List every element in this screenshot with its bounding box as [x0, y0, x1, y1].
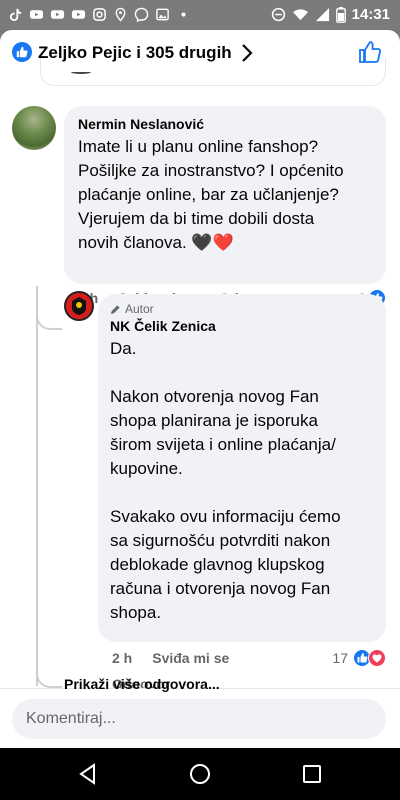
gallery-icon: [156, 8, 169, 21]
like-button[interactable]: Sviđa mi se: [152, 650, 229, 666]
previous-comment-fragment: [40, 58, 386, 86]
thread-line: [36, 286, 38, 686]
comment-composer: [0, 688, 400, 748]
comments-sheet: Zeljko Pejic i 305 drugih Nermin Neslano…: [0, 30, 400, 748]
comment-time: 2 h: [112, 650, 133, 666]
messenger-icon: [134, 7, 149, 22]
author-badge-label: Autor: [125, 302, 154, 316]
author-badge: Autor: [110, 302, 374, 316]
youtube-icon: [71, 10, 86, 19]
reply-bubble[interactable]: Autor NK Čelik Zenica Da. Nakon otvorenj…: [98, 294, 386, 642]
wifi-icon: [292, 9, 308, 21]
youtube-icon: [50, 10, 65, 19]
system-nav-bar: [0, 748, 400, 800]
reactions-icons[interactable]: [353, 649, 386, 667]
avatar[interactable]: [64, 291, 94, 321]
comment-author[interactable]: Nermin Neslanović: [78, 116, 372, 132]
avatar[interactable]: [12, 106, 56, 150]
like-reaction-icon: [12, 42, 32, 62]
comment-actions: 2 h Sviđa mi se 17: [112, 649, 386, 667]
signal-icon: [315, 7, 329, 22]
home-icon[interactable]: [188, 762, 212, 786]
instagram-icon: [93, 8, 106, 21]
tiktok-icon: [9, 8, 22, 22]
minus-circle-icon: [271, 7, 285, 22]
notification-icons: [8, 7, 191, 22]
pencil-icon: [110, 304, 120, 314]
youtube-icon: [29, 10, 44, 19]
heart-reaction-icon: [368, 649, 386, 667]
comment-input[interactable]: [12, 699, 386, 739]
clock: 14:31: [351, 6, 390, 23]
battery-icon: [335, 6, 346, 23]
recents-icon[interactable]: [300, 762, 324, 786]
status-bar: 14:31: [0, 0, 400, 30]
status-right: 14:31: [271, 6, 390, 23]
reaction-count[interactable]: 17: [332, 650, 348, 666]
comment-author[interactable]: NK Čelik Zenica: [110, 318, 374, 334]
comment-text: Imate li u planu online fanshop? Pošiljk…: [78, 137, 344, 252]
dot-icon: [181, 12, 186, 17]
comment-bubble[interactable]: Nermin Neslanović Imate li u planu onlin…: [64, 106, 386, 284]
location-icon: [115, 7, 126, 22]
back-icon[interactable]: [76, 762, 100, 786]
thread-connector-more: [36, 670, 62, 688]
thread-connector: [36, 286, 62, 330]
comment-text: Da. Nakon otvorenja novog Fan shopa plan…: [110, 339, 341, 622]
show-more-replies-link[interactable]: Prikaži više odgovora...: [64, 676, 220, 692]
